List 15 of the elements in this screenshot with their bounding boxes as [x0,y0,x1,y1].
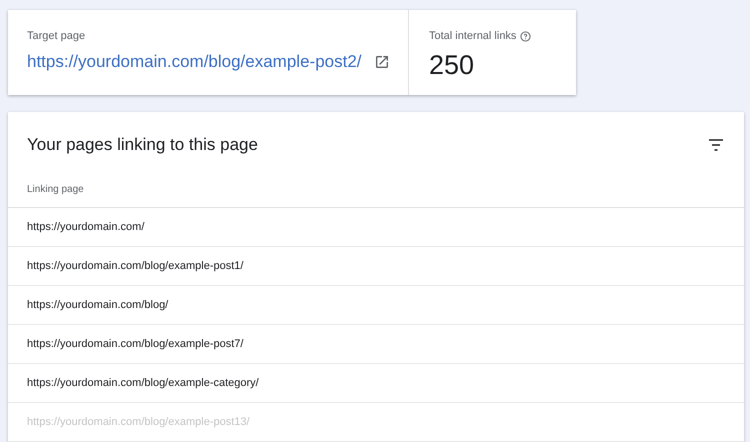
target-page-link[interactable]: https://yourdomain.com/blog/example-post2/ [27,52,362,72]
total-links-value: 250 [429,50,476,81]
table-title: Your pages linking to this page [27,135,258,155]
external-link-icon[interactable] [374,54,390,70]
table-cell: https://yourdomain.com/ [8,208,744,247]
table-cell: https://yourdomain.com/blog/example-post7/ [8,325,744,364]
table-cell: https://yourdomain.com/blog/example-post13/ [8,403,744,442]
table-cell: https://yourdomain.com/blog/ [8,286,744,325]
column-header: Linking page [8,163,744,208]
help-icon[interactable] [520,30,532,42]
table-cell: https://yourdomain.com/blog/example-post1/ [8,247,744,286]
target-page-label: Target page [27,30,86,42]
filter-icon[interactable] [708,139,724,151]
total-links-label: Total internal links [429,30,516,42]
table-cell: https://yourdomain.com/blog/example-category/ [8,364,744,403]
